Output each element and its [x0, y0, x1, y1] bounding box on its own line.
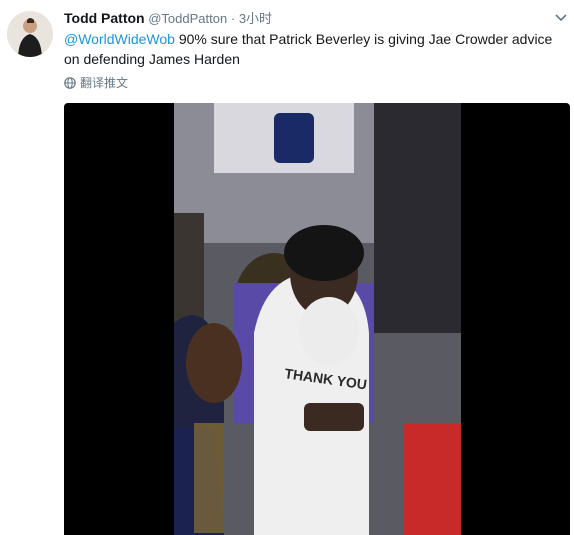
- author-handle[interactable]: @ToddPatton: [148, 11, 227, 26]
- translate-tweet-link[interactable]: 翻译推文: [64, 75, 128, 91]
- video-player[interactable]: THANK YOU: [64, 103, 570, 535]
- avatar[interactable]: [7, 11, 53, 57]
- video-still: THANK YOU: [174, 103, 461, 535]
- avatar-image: [7, 11, 53, 57]
- globe-icon: [64, 77, 76, 89]
- tweet-header: Todd Patton @ToddPatton · 3小时: [64, 9, 272, 28]
- chevron-down-icon: [555, 14, 567, 22]
- tweet-menu-button[interactable]: [553, 9, 569, 25]
- tweet-timestamp[interactable]: 3小时: [239, 11, 272, 26]
- header-separator: ·: [230, 11, 236, 26]
- tweet-text: @WorldWideWob 90% sure that Patrick Beve…: [64, 29, 564, 69]
- translate-label: 翻译推文: [80, 76, 129, 90]
- tweet: Todd Patton @ToddPatton · 3小时 @WorldWide…: [0, 0, 574, 535]
- author-name[interactable]: Todd Patton: [64, 10, 145, 26]
- mention-link[interactable]: @WorldWideWob: [64, 31, 175, 47]
- video-frame: THANK YOU: [174, 103, 461, 535]
